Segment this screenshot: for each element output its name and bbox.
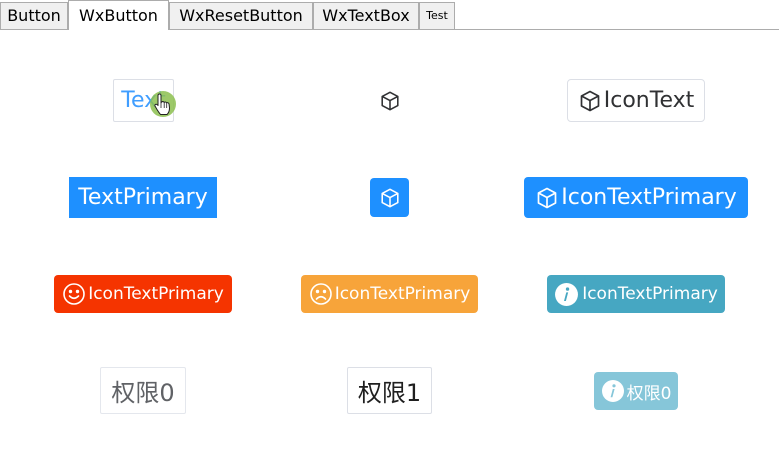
- tab-bar: Button WxButton WxResetButton WxTextBox …: [0, 0, 779, 30]
- permission-0-info-button: 权限0: [594, 372, 678, 410]
- icon-text-button[interactable]: IconText: [567, 79, 705, 122]
- info-button-label: IconTextPrimary: [582, 284, 718, 304]
- icon-button[interactable]: [370, 79, 410, 122]
- tab-test[interactable]: Test: [419, 2, 455, 29]
- danger-button[interactable]: IconTextPrimary: [54, 275, 232, 313]
- smile-icon: [63, 283, 85, 305]
- cube-icon: [380, 188, 399, 207]
- frown-icon: [309, 283, 332, 305]
- text-button-label: Text: [121, 88, 166, 113]
- danger-button-label: IconTextPrimary: [88, 284, 224, 304]
- text-primary-button[interactable]: TextPrimary: [69, 177, 217, 218]
- icon-text-button-label: IconText: [603, 88, 695, 113]
- tab-wxbutton[interactable]: WxButton: [68, 0, 169, 30]
- permission-1-button[interactable]: 权限1: [347, 367, 432, 414]
- text-primary-button-label: TextPrimary: [78, 185, 208, 210]
- cube-icon: [381, 91, 399, 110]
- icon-text-primary-button[interactable]: IconTextPrimary: [524, 177, 748, 218]
- icon-primary-button[interactable]: [370, 178, 409, 217]
- cube-icon: [537, 187, 557, 208]
- tab-wxtextbox[interactable]: WxTextBox: [313, 2, 419, 29]
- cube-icon: [580, 90, 600, 111]
- text-button[interactable]: Text: [113, 79, 174, 122]
- info-button[interactable]: IconTextPrimary: [547, 275, 725, 313]
- icon-text-primary-button-label: IconTextPrimary: [561, 185, 737, 210]
- tab-wxresetbutton[interactable]: WxResetButton: [169, 2, 313, 29]
- permission-1-button-label: 权限1: [357, 379, 422, 407]
- warning-button-label: IconTextPrimary: [334, 284, 471, 304]
- info-circle-icon: [601, 380, 624, 402]
- permission-0-info-button-label: 权限0: [626, 383, 672, 404]
- tab-button[interactable]: Button: [0, 2, 68, 29]
- permission-0-button[interactable]: 权限0: [100, 367, 186, 414]
- permission-0-button-label: 权限0: [111, 379, 175, 407]
- info-circle-icon: [555, 282, 579, 306]
- warning-button[interactable]: IconTextPrimary: [301, 275, 478, 313]
